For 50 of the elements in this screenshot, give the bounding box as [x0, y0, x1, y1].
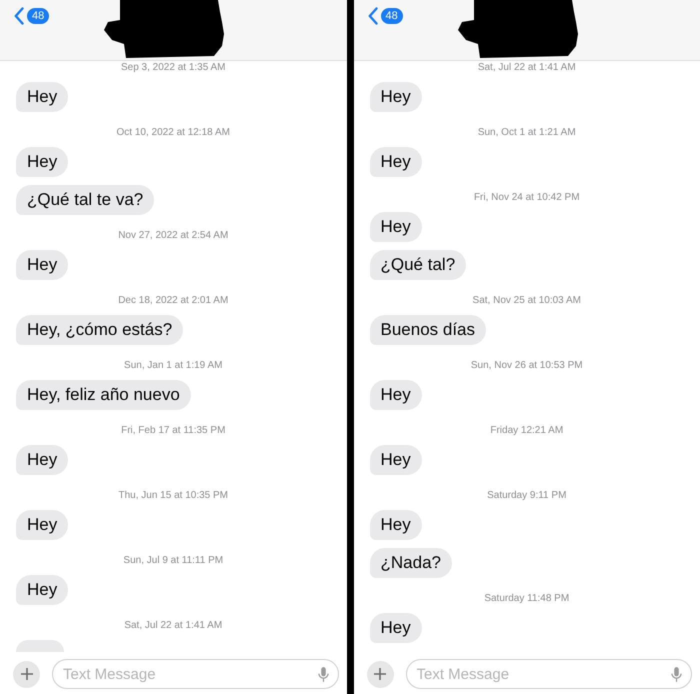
message-bubble: Buenos días	[370, 315, 486, 345]
timestamp: Oct 10, 2022 at 12:18 AM	[116, 126, 230, 140]
message-bubble: Hey	[16, 510, 68, 540]
timestamp: Nov 27, 2022 at 2:54 AM	[118, 229, 228, 243]
add-button[interactable]	[13, 660, 40, 688]
message-bubble: Hey, feliz año nuevo	[16, 380, 191, 410]
message-bubble: Hey, ¿cómo estás?	[16, 315, 184, 345]
timestamp: Sat, Nov 25 at 10:03 AM	[472, 294, 581, 308]
back-chevron-icon	[368, 7, 378, 25]
back-chevron-icon	[14, 7, 24, 25]
message-bubble: Hey	[370, 82, 422, 112]
timestamp: Friday 12:21 AM	[490, 424, 564, 438]
timestamp: Fri, Feb 17 at 11:35 PM	[121, 424, 226, 438]
timestamp: Sep 3, 2022 at 1:35 AM	[120, 61, 226, 75]
message-bubble: Hey	[370, 380, 422, 410]
message-bubble: Hey	[370, 147, 422, 177]
microphone-icon	[318, 666, 328, 683]
back-button[interactable]: 48	[368, 7, 403, 25]
message-bubble: Hey	[370, 212, 422, 242]
message-bubble: ¿Qué tal te va?	[16, 185, 154, 215]
timestamp: Sun, Jul 9 at 11:11 PM	[123, 554, 224, 568]
message-bubble: Hey	[370, 613, 422, 643]
message-bubble: Hey	[370, 510, 422, 540]
microphone-icon	[671, 666, 682, 683]
message-bubble: Hey	[16, 250, 68, 280]
message-bubble: Hey	[16, 445, 68, 475]
unread-count-badge: 48	[27, 8, 50, 24]
message-input-field[interactable]: Text Message	[406, 659, 692, 689]
timestamp: Sun, Nov 26 at 10:53 PM	[470, 359, 583, 373]
timestamp: Sat, Jul 22 at 1:41 AM	[124, 619, 222, 633]
message-bubble: Hey	[370, 445, 422, 475]
message-bubble: Hey	[16, 147, 68, 177]
timestamp: Dec 18, 2022 at 2:01 AM	[118, 294, 228, 308]
timestamp: Saturday 9:11 PM	[487, 489, 566, 503]
message-bubble: Hey	[16, 575, 68, 605]
unread-count-badge: 48	[380, 8, 403, 24]
timestamp: Fri, Nov 24 at 10:42 PM	[474, 191, 580, 205]
timestamp: Thu, Jun 15 at 10:35 PM	[118, 489, 228, 503]
timestamp: Sun, Oct 1 at 1:21 AM	[478, 126, 576, 140]
timestamp: Sat, Jul 22 at 1:41 AM	[478, 61, 576, 75]
timestamp: Sun, Jan 1 at 1:19 AM	[124, 359, 222, 373]
message-bubble: Hey	[16, 82, 68, 112]
add-button[interactable]	[366, 660, 394, 688]
plus-icon	[374, 668, 386, 680]
message-bubble: ¿Qué tal?	[370, 250, 466, 280]
back-button[interactable]: 48	[14, 7, 50, 25]
message-input-field[interactable]: Text Message	[52, 659, 338, 689]
timestamp: Saturday 11:48 PM	[484, 592, 570, 606]
message-bubble: ¿Nada?	[370, 548, 452, 578]
plus-icon	[20, 668, 32, 680]
